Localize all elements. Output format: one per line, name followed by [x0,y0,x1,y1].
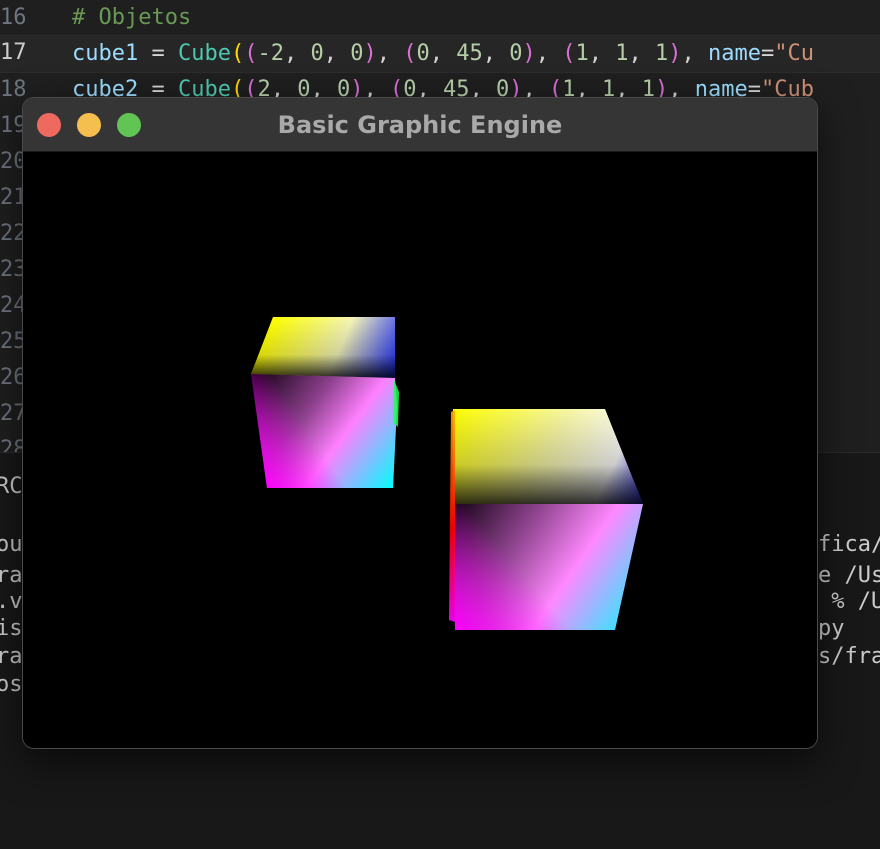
code-token: , [628,41,655,66]
code-token: , [429,41,457,66]
line-number: 22 [0,221,27,246]
code-token: -2 [257,41,284,66]
line-number: 20 [0,149,27,174]
line-number: 23 [0,257,27,282]
code-token: ( [230,41,245,66]
code-token: , [376,41,404,66]
line-number: 18 [0,77,27,102]
code-token: , [535,41,563,66]
terminal-line: ra [0,644,23,669]
code-token: ) [522,41,536,66]
code-token: , [283,41,311,66]
close-button[interactable] [37,113,61,137]
code-token: ( [244,41,258,66]
code-token: "Cu [774,41,814,66]
code-token: , [323,41,351,66]
terminal-line: % /U [818,589,880,614]
code-token: 0 [416,41,430,66]
code-token: cube1 [72,41,139,66]
code-token: 45 [456,41,483,66]
terminal-line: s/fra [818,644,880,669]
code-line[interactable]: # Objetos [72,0,191,36]
code-token: name [707,41,761,66]
cube-mesh [251,317,399,488]
code-token: , [681,41,708,66]
code-token: = [760,41,775,66]
code-token: ( [562,41,576,66]
code-token: ( [403,41,417,66]
window-titlebar[interactable]: Basic Graphic Engine [23,98,817,152]
render-viewport[interactable] [23,152,817,748]
line-number: 27 [0,401,27,426]
line-number: 17 [0,40,27,65]
terminal-line: fica/ [818,532,880,557]
code-token: , [482,41,510,66]
terminal-line: RC [0,474,23,499]
code-token: 1 [575,41,589,66]
terminal-line: e /Us [818,563,880,588]
line-number: 19 [0,113,27,138]
maximize-button[interactable] [117,113,141,137]
terminal-line: ou [0,532,23,557]
line-number: 21 [0,185,27,210]
terminal-line: os [0,672,23,697]
code-token: 0 [310,41,324,66]
code-token: 0 [509,41,523,66]
code-line-active[interactable]: cube1 = Cube((-2, 0, 0), (0, 45, 0), (1,… [0,35,880,73]
minimize-button[interactable] [77,113,101,137]
line-number: 26 [0,365,27,390]
terminal-line: is [0,616,23,641]
scene-svg [251,317,643,630]
terminal-line: ra [0,563,23,588]
code-token: # Objetos [72,5,192,30]
line-number: 28 [0,437,27,452]
code-token: 1 [654,41,669,66]
code-token: 1 [615,41,629,66]
window-title: Basic Graphic Engine [277,111,563,139]
code-token: 0 [350,41,364,66]
line-number: 24 [0,293,27,318]
code-token: = [138,41,178,66]
cube-mesh [449,409,643,630]
graphic-engine-window[interactable]: Basic Graphic Engine [22,97,818,749]
code-token: ) [668,41,682,66]
terminal-line: py [818,616,845,641]
code-token: ) [363,41,377,66]
code-token: Cube [177,41,231,66]
line-number: 25 [0,329,27,354]
line-number: 16 [0,5,27,30]
terminal-line: .v [0,589,23,614]
code-token: , [588,41,616,66]
